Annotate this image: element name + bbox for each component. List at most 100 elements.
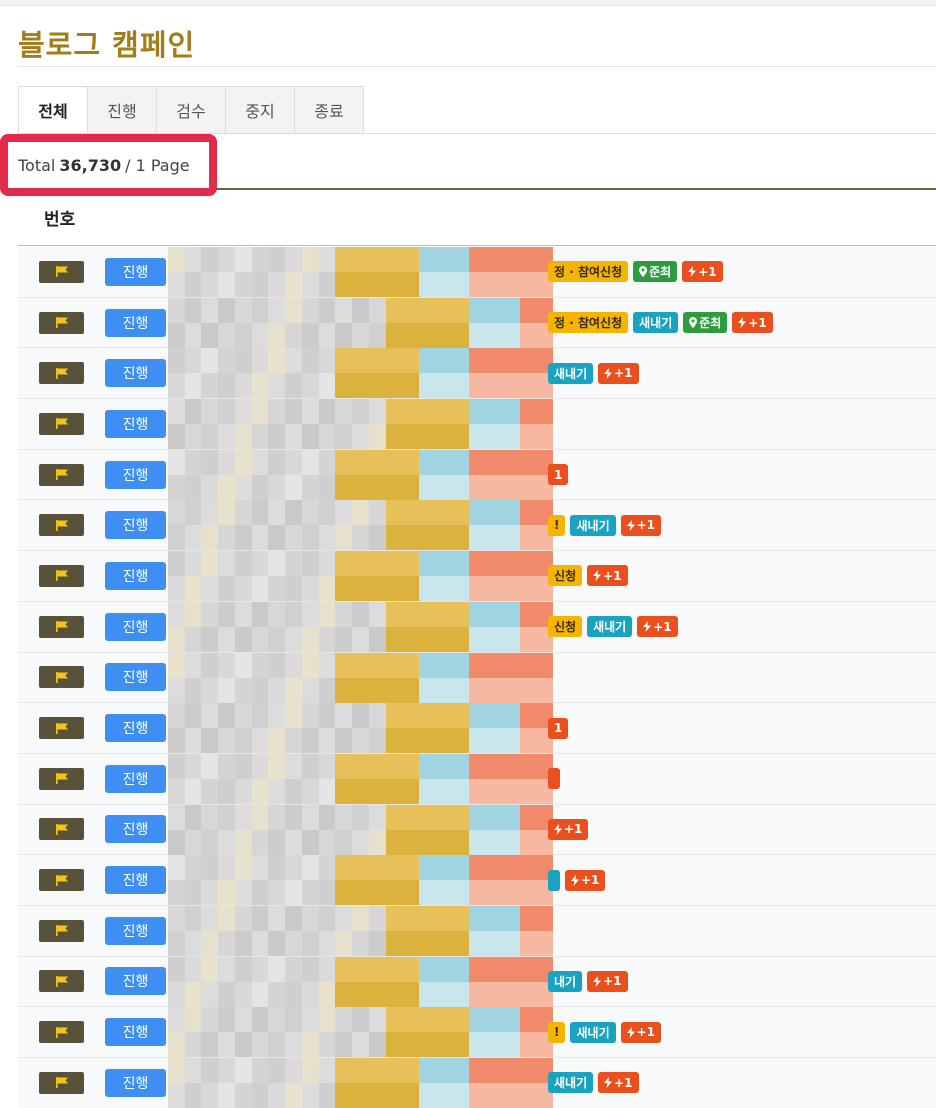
tag-label: +1	[653, 619, 672, 634]
status-button[interactable]: 진행	[105, 561, 166, 590]
tag-label: 새내기	[576, 518, 610, 533]
redacted-campaign-title[interactable]	[168, 855, 553, 906]
flag-button[interactable]	[39, 970, 84, 993]
table-row[interactable]: 진행	[18, 652, 936, 704]
column-number-header: 번호	[44, 210, 76, 230]
flag-button[interactable]	[39, 564, 84, 587]
flag-button[interactable]	[39, 818, 84, 841]
redacted-campaign-title[interactable]	[168, 956, 553, 1007]
tab-stopped[interactable]: 중지	[225, 86, 295, 134]
flag-button[interactable]	[39, 767, 84, 790]
status-button[interactable]: 진행	[105, 460, 166, 489]
tab-all[interactable]: 전체	[18, 86, 88, 134]
table-row[interactable]: 진행 +1	[18, 855, 936, 906]
redacted-campaign-title[interactable]	[168, 804, 553, 855]
table-row[interactable]: 진행	[18, 399, 936, 450]
table-row[interactable]: 진행 신청 새내기 +1	[18, 601, 936, 653]
status-button[interactable]: 진행	[105, 916, 166, 945]
table-row[interactable]: 진행 1	[18, 449, 936, 501]
table-row[interactable]: 진행 새내기 +1	[18, 348, 936, 400]
redacted-campaign-title[interactable]	[168, 500, 553, 551]
table-row[interactable]: 진행 신청 +1	[18, 551, 936, 602]
tag-badge: +1	[637, 616, 678, 638]
flag-button[interactable]	[39, 1071, 84, 1094]
tag-label: +1	[614, 366, 633, 381]
status-button[interactable]: 진행	[105, 967, 166, 996]
tag-badge: 새내기	[570, 514, 616, 536]
status-button[interactable]: 진행	[105, 359, 166, 388]
redacted-campaign-title[interactable]	[168, 551, 553, 602]
status-button[interactable]: 진행	[105, 866, 166, 895]
flag-button[interactable]	[39, 1021, 84, 1044]
flag-button[interactable]	[39, 311, 84, 334]
redacted-campaign-title[interactable]	[168, 1007, 553, 1058]
table-row[interactable]: 진행! 새내기 +1	[18, 1007, 936, 1058]
tag-list: 새내기 +1	[548, 1072, 639, 1094]
table-row[interactable]: 진행 1	[18, 703, 936, 754]
tag-label: +1	[581, 873, 600, 888]
redacted-campaign-title[interactable]	[168, 601, 553, 652]
redacted-campaign-title[interactable]	[168, 297, 553, 348]
flag-button[interactable]	[39, 463, 84, 486]
total-summary: Total 36,730 / 1 Page	[0, 134, 217, 196]
status-button[interactable]: 진행	[105, 612, 166, 641]
redacted-campaign-title[interactable]	[168, 399, 553, 450]
status-button[interactable]: 진행	[105, 714, 166, 743]
tag-label: 준최	[699, 316, 722, 331]
flag-icon	[55, 566, 69, 585]
redacted-campaign-title[interactable]	[168, 348, 553, 399]
table-row[interactable]: 진행! 새내기 +1	[18, 500, 936, 552]
flag-button[interactable]	[39, 615, 84, 638]
status-button[interactable]: 진행	[105, 1068, 166, 1097]
flag-button[interactable]	[39, 514, 84, 537]
lightning-icon	[626, 1026, 635, 1038]
status-button[interactable]: 진행	[105, 663, 166, 692]
tag-label: 신청	[554, 569, 577, 584]
status-button[interactable]: 진행	[105, 308, 166, 337]
table-row[interactable]: 진행 새내기 +1	[18, 1058, 936, 1108]
tag-badge: 새내기	[570, 1021, 616, 1043]
redacted-campaign-title[interactable]	[168, 449, 553, 500]
redacted-campaign-title[interactable]	[168, 703, 553, 754]
table-row[interactable]: 진행	[18, 905, 936, 957]
flag-button[interactable]	[39, 362, 84, 385]
tag-badge: +1	[565, 869, 606, 891]
status-button[interactable]: 진행	[105, 764, 166, 793]
table-row[interactable]: 진행 +1	[18, 804, 936, 856]
table-row[interactable]: 진행	[18, 753, 936, 805]
tab-in-progress[interactable]: 진행	[87, 86, 157, 134]
status-button[interactable]: 진행	[105, 1018, 166, 1047]
status-button[interactable]: 진행	[105, 511, 166, 540]
redacted-campaign-title[interactable]	[168, 1058, 553, 1108]
tag-badge: 내기	[548, 970, 583, 992]
flag-icon	[55, 719, 69, 738]
table-row[interactable]: 진행 정 · 참여신청 준최 +1	[18, 247, 936, 298]
flag-button[interactable]	[39, 869, 84, 892]
redacted-campaign-title[interactable]	[168, 652, 553, 703]
redacted-campaign-title[interactable]	[168, 247, 553, 297]
tag-label: +1	[614, 1075, 633, 1090]
flag-icon	[55, 516, 69, 535]
tab-review[interactable]: 검수	[156, 86, 226, 134]
redacted-campaign-title[interactable]	[168, 753, 553, 804]
tag-list: 내기 +1	[548, 970, 628, 992]
flag-button[interactable]	[39, 919, 84, 942]
tag-label: +1	[636, 1025, 656, 1040]
table-row[interactable]: 진행 내기 +1	[18, 956, 936, 1008]
tag-badge: !	[548, 514, 566, 536]
table-row[interactable]: 진행 정 · 참여신청 새내기 준최 +1	[18, 297, 936, 349]
flag-button[interactable]	[39, 260, 84, 283]
tab-ended[interactable]: 종료	[294, 86, 364, 134]
tag-list: 1	[548, 717, 569, 739]
flag-button[interactable]	[39, 666, 84, 689]
tag-label: +1	[698, 264, 717, 279]
status-button[interactable]: 진행	[105, 815, 166, 844]
flag-button[interactable]	[39, 412, 84, 435]
redacted-campaign-title[interactable]	[168, 905, 553, 956]
flag-icon	[55, 414, 69, 433]
page-title: 블로그 캠페인	[18, 28, 196, 62]
status-button[interactable]: 진행	[105, 409, 166, 438]
tag-badge: +1	[598, 1072, 639, 1094]
status-button[interactable]: 진행	[105, 257, 166, 286]
flag-button[interactable]	[39, 717, 84, 740]
